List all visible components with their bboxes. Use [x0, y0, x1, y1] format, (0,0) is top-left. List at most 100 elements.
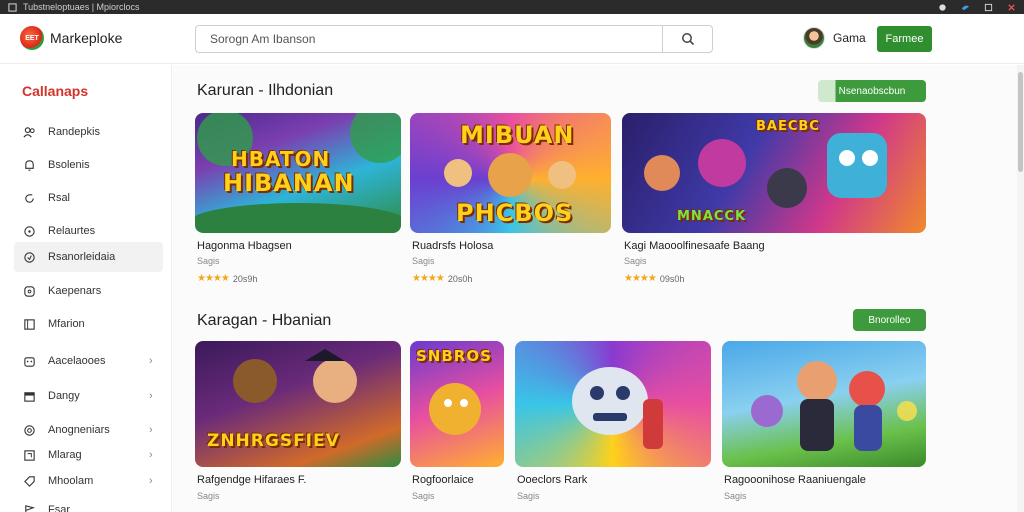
- sidebar-item-label: Kaepenars: [48, 285, 102, 297]
- star-rating-icon: ★★★★: [412, 273, 445, 284]
- sidebar-item-label: Mlarag: [48, 449, 82, 461]
- game-thumbnail: [722, 341, 926, 467]
- game-art: [751, 361, 917, 451]
- window-icon: [8, 2, 17, 12]
- game-art-title: ZNHRGSFIEV: [207, 431, 340, 451]
- sidebar-item-label: Rsal: [48, 192, 71, 204]
- grid-icon: [22, 317, 36, 331]
- sidebar-item-label: Fsar: [48, 504, 70, 512]
- sidebar-item-label: Dangy: [48, 390, 80, 402]
- game-thumbnail: BAECBC MNACCK: [622, 113, 926, 233]
- sidebar-item-label: Mhoolam: [48, 475, 94, 487]
- rating-count: 20s9h: [232, 273, 258, 284]
- robot-icon: [22, 354, 36, 368]
- chevron-right-icon: ›: [149, 449, 153, 461]
- card-subtitle: Sagis: [412, 256, 435, 266]
- bird-icon[interactable]: [961, 3, 970, 12]
- avatar: [803, 27, 825, 49]
- card-subtitle: Sagis: [197, 491, 220, 501]
- logo-badge: EET: [20, 26, 44, 50]
- logo-text: Markeploke: [50, 30, 123, 46]
- user-menu[interactable]: Gama: [803, 27, 866, 49]
- card-title: Rafgendge Hifaraes F.: [197, 474, 307, 486]
- calendar-icon: [22, 389, 36, 403]
- sidebar-item-rsal[interactable]: Rsal: [14, 183, 163, 213]
- logo[interactable]: EET Markeploke: [20, 26, 122, 50]
- sidebar-item-mhoolam[interactable]: Mhoolam ›: [14, 466, 163, 496]
- section-title: Karagan - Hbanian: [197, 312, 332, 329]
- rating-count: 09s0h: [659, 273, 685, 284]
- target-icon: [22, 423, 36, 437]
- sidebar-item-dangy[interactable]: Dangy ›: [14, 381, 163, 411]
- game-art-title: MIBUAN: [460, 121, 575, 149]
- search-button[interactable]: [662, 26, 712, 52]
- chevron-right-icon: ›: [149, 475, 153, 487]
- chevron-right-icon: ›: [149, 390, 153, 402]
- game-thumbnail: ZNHRGSFIEV: [195, 341, 401, 467]
- sidebar-item-label: Anogneniars: [48, 424, 110, 436]
- puzzle-icon: [22, 448, 36, 462]
- close-icon[interactable]: [1007, 3, 1016, 12]
- sidebar-item-kaepenars[interactable]: Kaepenars: [14, 276, 163, 306]
- card-title: Rogfoorlaice: [412, 474, 474, 486]
- app-window: Tubstneloptuaes | Mpiorclocs EET Markepl…: [0, 0, 1024, 512]
- card-title: Ruadrsfs Holosa: [412, 240, 494, 252]
- search-input[interactable]: [196, 26, 662, 52]
- card-rating: ★★★★ 09s0h: [624, 273, 684, 284]
- sidebar-item-randepkis[interactable]: Randepkis: [14, 117, 163, 147]
- sidebar-item-label: Bsolenis: [48, 159, 90, 171]
- system-title: Tubstneloptuaes | Mpiorclocs: [23, 2, 140, 12]
- search-icon: [681, 33, 694, 46]
- scrollbar-thumb[interactable]: [1018, 72, 1023, 172]
- chevron-right-icon: ›: [149, 424, 153, 436]
- sidebar-item-bsolenis[interactable]: Bsolenis: [14, 150, 163, 180]
- chevron-right-icon: ›: [149, 355, 153, 367]
- refresh-icon: [22, 191, 36, 205]
- search-bar: [195, 25, 713, 53]
- sidebar-item-label: Randepkis: [48, 126, 100, 138]
- card-rating: ★★★★ 20s9h: [197, 273, 257, 284]
- card-title: Ragooonihose Raaniuengale: [724, 474, 866, 486]
- game-thumbnail: [515, 341, 711, 467]
- game-art-title: HBATON: [231, 147, 331, 171]
- star-rating-icon: ★★★★: [624, 273, 657, 284]
- game-art-title: HIBANAN: [223, 169, 355, 197]
- flag-icon: [22, 503, 36, 512]
- user-name: Gama: [833, 31, 866, 45]
- game-art-title: PHCBOS: [456, 199, 574, 227]
- tag-icon: [22, 474, 36, 488]
- compass-icon: [22, 224, 36, 238]
- game-art-title: SNBROS: [416, 347, 492, 365]
- sidebar: Callanaps Randepkis Bsolenis Rsal Relaur…: [0, 65, 172, 512]
- star-rating-icon: ★★★★: [197, 273, 230, 284]
- game-art-title: BAECBC: [756, 119, 820, 134]
- card-subtitle: Sagis: [624, 256, 647, 266]
- card-subtitle: Sagis: [517, 491, 540, 501]
- heart-icon: [22, 250, 36, 264]
- rating-count: 20s0h: [447, 273, 473, 284]
- sidebar-title: Callanaps: [22, 83, 89, 99]
- card-subtitle: Sagis: [724, 491, 747, 501]
- see-all-button[interactable]: Bnorolleo: [853, 309, 926, 331]
- sidebar-item-fsar[interactable]: Fsar: [14, 495, 163, 512]
- sidebar-item-rsanorleidaia[interactable]: Rsanorleidaia: [14, 242, 163, 272]
- users-icon: [22, 125, 36, 139]
- puzzle-icon[interactable]: [938, 3, 947, 12]
- sidebar-item-label: Mfarion: [48, 318, 85, 330]
- cta-button[interactable]: Farmee: [877, 26, 932, 52]
- game-thumbnail: HBATON HIBANAN: [195, 113, 401, 233]
- game-art-title: MNACCK: [677, 209, 747, 224]
- system-title-bar: Tubstneloptuaes | Mpiorclocs: [0, 0, 1024, 14]
- game-thumbnail: MIBUAN PHCBOS: [410, 113, 611, 233]
- sidebar-item-label: Relaurtes: [48, 225, 96, 237]
- gamepad-icon: [22, 284, 36, 298]
- see-all-button[interactable]: Nsenaobscbun: [818, 80, 926, 102]
- sidebar-item-label: Rsanorleidaia: [48, 251, 116, 263]
- card-title: Kagi Maooolfinesaafe Baang: [624, 240, 765, 252]
- sidebar-item-mfarion[interactable]: Mfarion: [14, 309, 163, 339]
- card-subtitle: Sagis: [197, 256, 220, 266]
- card-rating: ★★★★ 20s0h: [412, 273, 472, 284]
- game-art: [572, 367, 663, 449]
- minimize-icon[interactable]: [984, 3, 993, 12]
- sidebar-item-aacelaooes[interactable]: Aacelaooes ›: [14, 346, 163, 376]
